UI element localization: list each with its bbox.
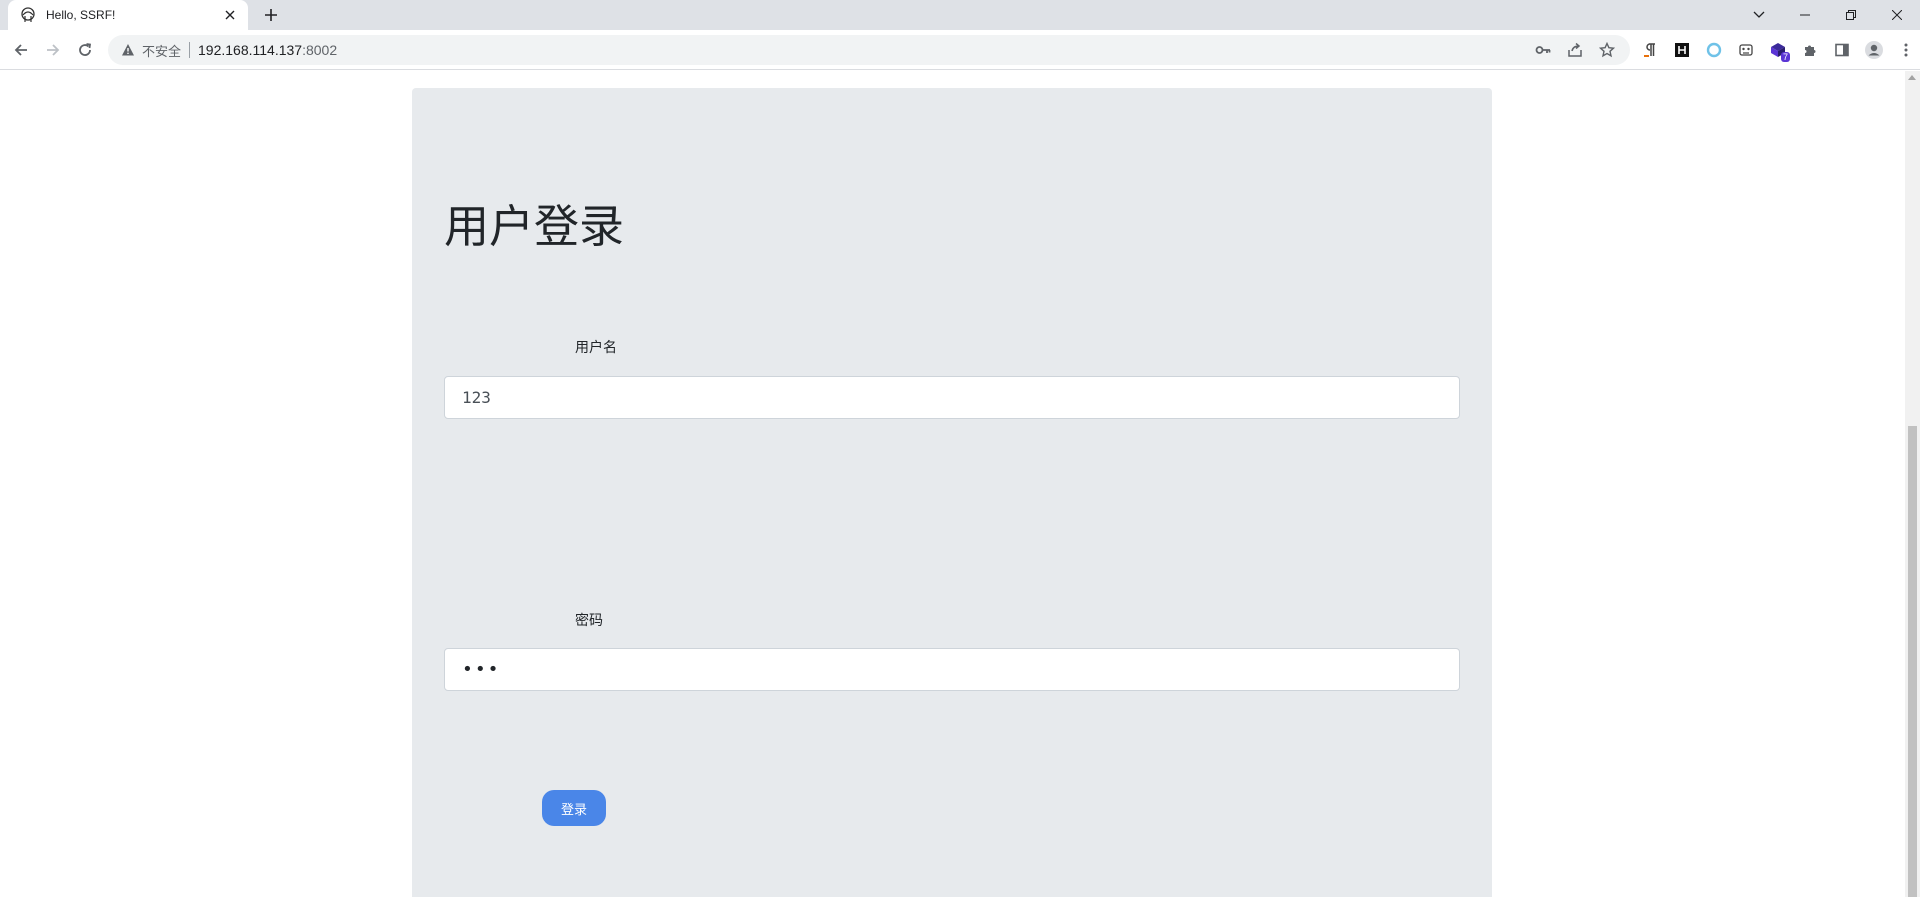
page-title: 用户登录 (444, 200, 625, 253)
username-input[interactable]: 123 (444, 376, 1460, 419)
new-tab-button[interactable] (258, 3, 284, 27)
address-bar[interactable]: 不安全 192.168.114.137:8002 (108, 35, 1630, 65)
omnibox-divider (189, 42, 191, 58)
sidepanel-icon[interactable] (1828, 36, 1856, 64)
back-arrow-icon[interactable] (7, 36, 35, 64)
extension-badge: 7 (1780, 52, 1790, 62)
restore-icon[interactable] (1828, 0, 1874, 30)
close-tab-icon[interactable] (222, 7, 238, 23)
hackbar-ext-icon[interactable] (1668, 36, 1696, 64)
username-label: 用户名 (575, 339, 617, 355)
close-window-icon[interactable] (1874, 0, 1920, 30)
warning-triangle-icon[interactable] (120, 42, 136, 58)
browser-toolbar: 不安全 192.168.114.137:8002 7 (0, 30, 1920, 70)
scrollbar-thumb[interactable] (1908, 426, 1917, 897)
tab-title: Hello, SSRF! (46, 8, 116, 22)
key-icon[interactable] (1530, 37, 1556, 63)
url-host: 192.168.114.137 (198, 42, 303, 58)
password-input[interactable]: ••• (444, 648, 1460, 691)
panda-ext-icon[interactable] (1732, 36, 1760, 64)
tab-search-icon[interactable] (1736, 0, 1782, 30)
anime-girl-favicon-icon (20, 7, 36, 23)
vertical-scrollbar[interactable] (1905, 71, 1920, 897)
minimize-icon[interactable] (1782, 0, 1828, 30)
profile-avatar-icon[interactable] (1860, 36, 1888, 64)
paragraph-ext-icon[interactable] (1636, 36, 1664, 64)
security-label[interactable]: 不安全 (142, 41, 181, 60)
url-port: :8002 (302, 42, 338, 58)
scroll-up-arrow-icon[interactable] (1908, 75, 1916, 80)
page-viewport: 用户登录 用户名 123 密码 ••• 登录 (0, 71, 1905, 897)
password-label: 密码 (575, 612, 603, 628)
login-button[interactable]: 登录 (542, 790, 606, 826)
extensions-bar: 7 (1636, 36, 1920, 64)
cube-ext-icon[interactable]: 7 (1764, 36, 1792, 64)
forward-arrow-icon[interactable] (39, 36, 67, 64)
bookmark-star-icon[interactable] (1594, 37, 1620, 63)
share-icon[interactable] (1562, 37, 1588, 63)
puzzle-icon[interactable] (1796, 36, 1824, 64)
tab-strip: Hello, SSRF! (0, 0, 1920, 30)
ring-ext-icon[interactable] (1700, 36, 1728, 64)
kebab-menu-icon[interactable] (1892, 36, 1920, 64)
login-card: 用户登录 用户名 123 密码 ••• 登录 (412, 88, 1492, 897)
reload-icon[interactable] (71, 36, 99, 64)
browser-tab[interactable]: Hello, SSRF! (8, 0, 248, 30)
